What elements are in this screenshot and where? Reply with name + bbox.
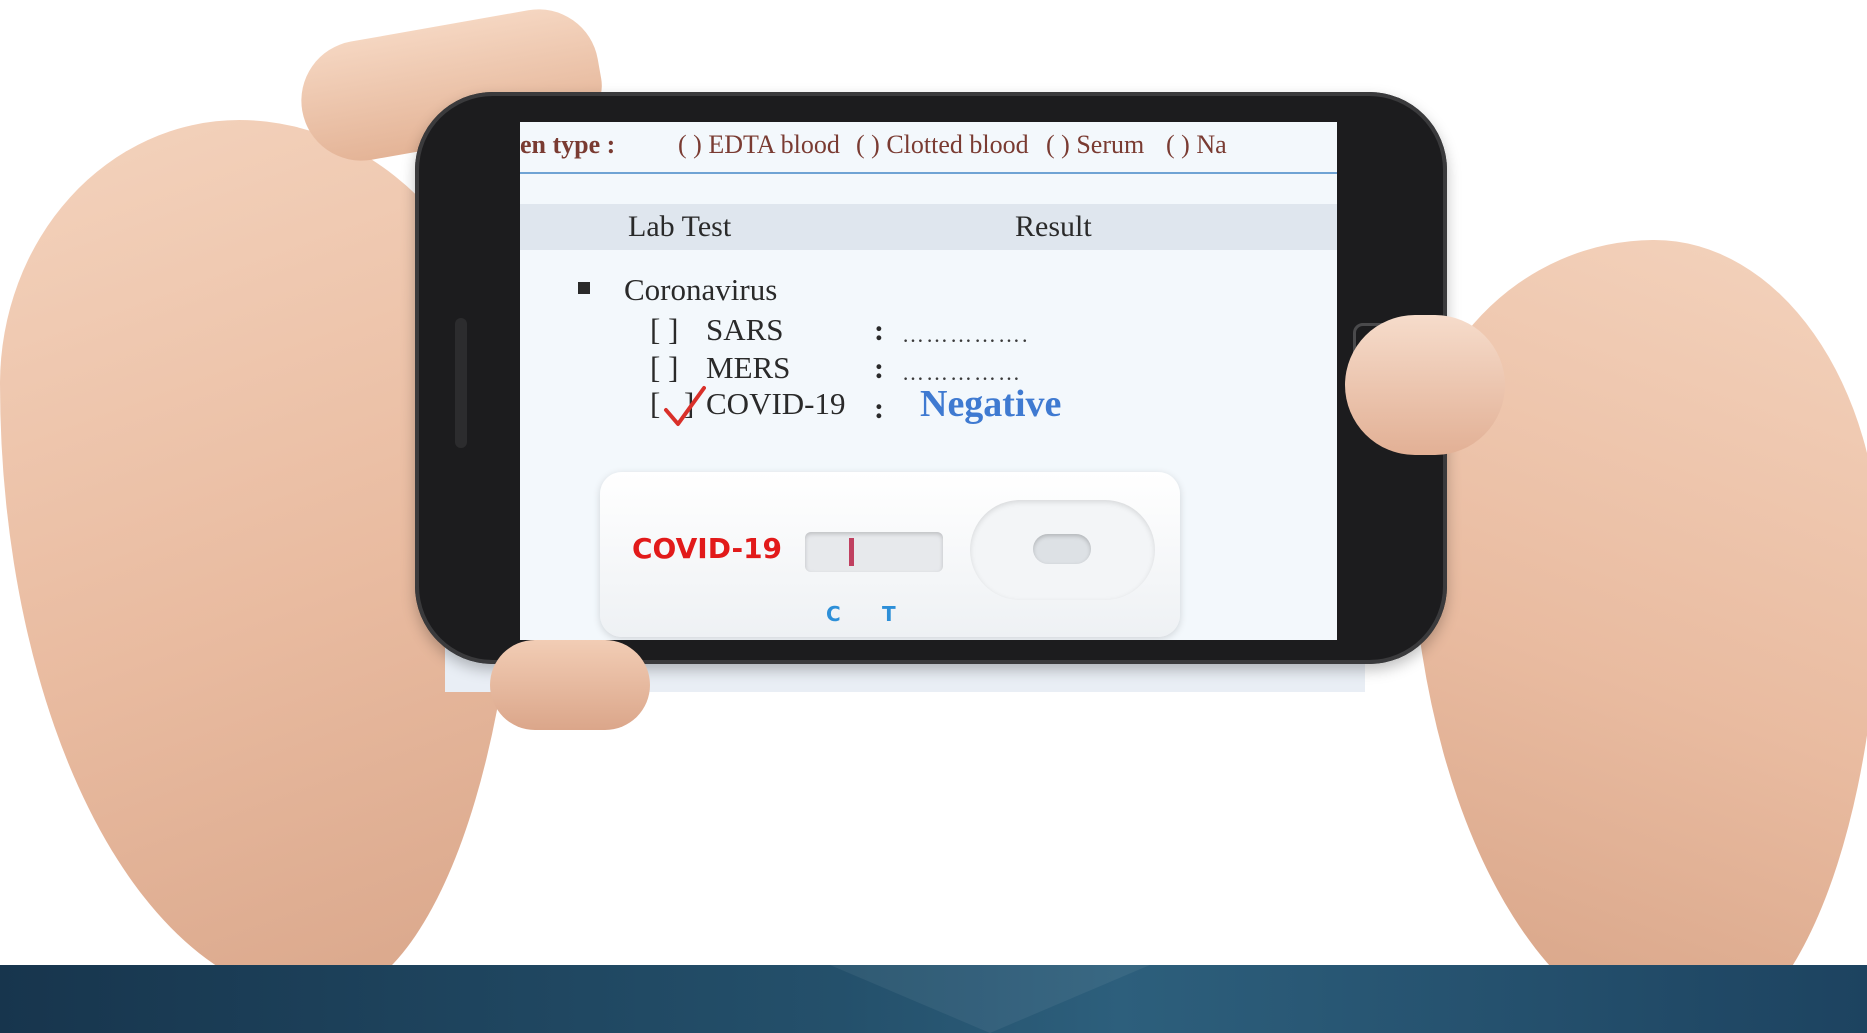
result-header: Result [1015,210,1092,243]
right-thumb [1345,315,1505,455]
sars-checkbox: [ ] [650,312,679,347]
mers-label: MERS [706,350,791,385]
specimen-option-clotted: ( ) Clotted blood [856,130,1029,159]
rapid-test-cassette: COVID-19 C T [600,472,1180,637]
sample-well-housing [970,500,1155,600]
cassette-label: COVID-19 [632,532,783,565]
divider-line [520,172,1337,174]
covid-colon: : [874,392,884,425]
result-window [805,532,943,572]
specimen-label: en type : [520,130,616,159]
band-facet [830,965,1150,1033]
photo-scene: en type : ( ) EDTA blood ( ) Clotted blo… [0,0,1867,1033]
phone-screen: en type : ( ) EDTA blood ( ) Clotted blo… [520,122,1337,640]
covid-checkbox-open: [ [650,386,661,421]
mers-checkbox: [ ] [650,350,679,385]
speaker-grille [455,318,467,448]
check-mark-icon [664,386,706,426]
lab-test-header: Lab Test [628,210,732,243]
covid-result-negative: Negative [920,383,1062,425]
footer-band [0,965,1867,1033]
sars-colon: : [874,314,884,347]
mers-colon: : [874,352,884,385]
sars-result: ……………. [902,322,1030,347]
control-line [849,538,854,566]
specimen-option-serum: ( ) Serum [1046,130,1145,159]
sample-well [1033,534,1091,564]
bullet-square [578,282,590,294]
test-mark: T [882,602,896,626]
sars-label: SARS [706,312,784,347]
category-coronavirus: Coronavirus [624,272,778,307]
specimen-option-edta: ( ) EDTA blood [678,130,840,159]
specimen-option-na: ( ) Na [1166,130,1227,159]
specimen-type-row: en type : ( ) EDTA blood ( ) Clotted blo… [520,122,1337,174]
covid-label: COVID-19 [706,386,846,421]
left-index-finger [490,640,650,730]
control-mark: C [826,602,841,626]
